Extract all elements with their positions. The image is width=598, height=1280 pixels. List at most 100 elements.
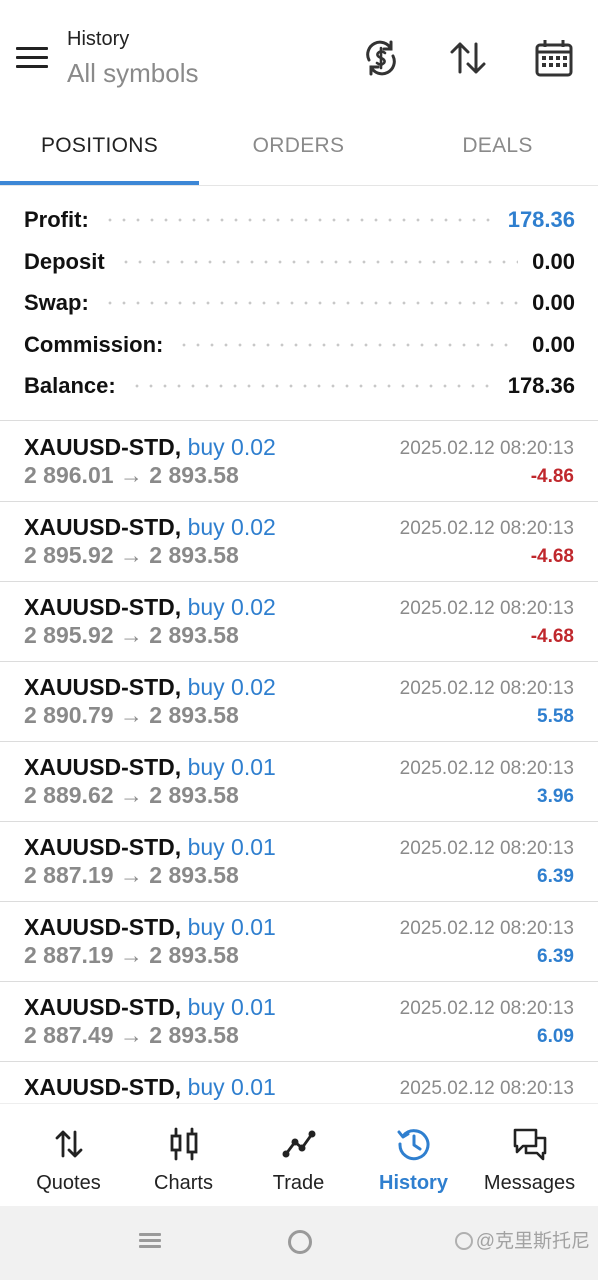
position-date: 2025.02.12 08:20:13 <box>399 758 574 779</box>
summary-value: 178.36 <box>507 373 575 398</box>
position-profit: -4.68 <box>530 626 574 647</box>
account-summary: Profit: 178.36 Deposit 0.00 Swap: 0.00 C… <box>0 198 598 421</box>
position-row[interactable]: XAUUSD-STD, buy 0.02 2 890.79 → 2 893.58… <box>0 662 598 742</box>
nav-label: History <box>379 1172 448 1194</box>
charts-icon <box>166 1126 202 1162</box>
position-row[interactable]: XAUUSD-STD, buy 0.02 2 896.01 → 2 893.58… <box>0 422 598 502</box>
tab-deals[interactable]: DEALS <box>398 112 597 186</box>
nav-label: Quotes <box>36 1172 101 1194</box>
position-row[interactable]: XAUUSD-STD, buy 0.01 2 887.19 → 2 893.58… <box>0 822 598 902</box>
dot-leader <box>177 343 519 347</box>
position-type: buy 0.02 <box>187 434 276 460</box>
currency-exchange-icon[interactable] <box>361 38 401 78</box>
position-type: buy 0.02 <box>187 594 276 620</box>
summary-row-swap: Swap: 0.00 <box>24 285 575 321</box>
position-type: buy 0.02 <box>187 514 276 540</box>
position-profit: 6.39 <box>537 866 574 887</box>
position-profit: -4.86 <box>530 466 574 487</box>
summary-value: 0.00 <box>532 249 575 274</box>
recent-apps-button[interactable] <box>138 1230 162 1254</box>
position-symbol: XAUUSD-STD, <box>24 434 182 460</box>
position-prices: 2 895.92 → 2 893.58 <box>24 622 239 648</box>
position-type: buy 0.01 <box>187 914 276 940</box>
summary-row-commission: Commission: 0.00 <box>24 327 575 363</box>
history-icon <box>396 1126 432 1162</box>
position-row[interactable]: XAUUSD-STD, buy 0.01 2 889.62 → 2 893.58… <box>0 742 598 822</box>
position-profit: 6.09 <box>537 1026 574 1047</box>
position-symbol: XAUUSD-STD, <box>24 834 182 860</box>
position-date: 2025.02.12 08:20:13 <box>399 438 574 459</box>
position-prices: 2 896.01 → 2 893.58 <box>24 462 239 488</box>
position-symbol: XAUUSD-STD, <box>24 994 182 1020</box>
summary-value: 0.00 <box>532 290 575 315</box>
history-tabs: POSITIONS ORDERS DEALS <box>0 112 598 186</box>
nav-trade[interactable]: Trade <box>239 1104 358 1207</box>
menu-icon-bar <box>16 47 48 50</box>
position-type: buy 0.01 <box>187 754 276 780</box>
position-date: 2025.02.12 08:20:13 <box>399 918 574 939</box>
position-symbol: XAUUSD-STD, <box>24 1074 182 1100</box>
position-symbol: XAUUSD-STD, <box>24 674 182 700</box>
position-row[interactable]: XAUUSD-STD, buy 0.01 2025.02.12 08:20:13 <box>0 1062 598 1103</box>
summary-row-profit: Profit: 178.36 <box>24 202 575 238</box>
position-row[interactable]: XAUUSD-STD, buy 0.01 2 887.49 → 2 893.58… <box>0 982 598 1062</box>
position-prices: 2 890.79 → 2 893.58 <box>24 702 239 728</box>
position-date: 2025.02.12 08:20:13 <box>399 598 574 619</box>
summary-row-balance: Balance: 178.36 <box>24 368 575 404</box>
trade-icon <box>281 1126 317 1162</box>
summary-row-deposit: Deposit 0.00 <box>24 244 575 280</box>
tab-orders[interactable]: ORDERS <box>199 112 398 186</box>
position-prices: 2 895.92 → 2 893.58 <box>24 542 239 568</box>
dot-leader <box>102 301 519 305</box>
position-prices: 2 887.19 → 2 893.58 <box>24 942 239 968</box>
summary-label: Balance: <box>24 373 116 398</box>
summary-label: Swap: <box>24 290 89 315</box>
position-date: 2025.02.12 08:20:13 <box>399 838 574 859</box>
watermark-text: @克里斯托尼 <box>475 1231 590 1252</box>
active-tab-indicator <box>0 181 199 185</box>
dot-leader <box>129 384 494 388</box>
calendar-icon[interactable] <box>534 38 574 78</box>
position-prices: 2 887.19 → 2 893.58 <box>24 862 239 888</box>
position-profit: 3.96 <box>537 786 574 807</box>
position-prices: 2 887.49 → 2 893.58 <box>24 1022 239 1048</box>
summary-label: Deposit <box>24 249 105 274</box>
nav-messages[interactable]: Messages <box>470 1104 589 1207</box>
position-symbol: XAUUSD-STD, <box>24 914 182 940</box>
menu-button[interactable] <box>16 44 48 70</box>
position-profit: 6.39 <box>537 946 574 967</box>
sort-icon[interactable] <box>448 38 488 78</box>
bottom-navigation: Quotes Charts Trade History Messages <box>0 1103 598 1206</box>
nav-quotes[interactable]: Quotes <box>9 1104 128 1207</box>
home-button[interactable] <box>288 1230 312 1254</box>
position-row[interactable]: XAUUSD-STD, buy 0.02 2 895.92 → 2 893.58… <box>0 502 598 582</box>
position-type: buy 0.01 <box>187 834 276 860</box>
dot-leader <box>118 260 519 264</box>
position-row[interactable]: XAUUSD-STD, buy 0.01 2 887.19 → 2 893.58… <box>0 902 598 982</box>
position-profit: 5.58 <box>537 706 574 727</box>
position-date: 2025.02.12 08:20:13 <box>399 678 574 699</box>
nav-label: Trade <box>272 1172 325 1194</box>
summary-value: 0.00 <box>532 332 575 357</box>
position-symbol: XAUUSD-STD, <box>24 514 182 540</box>
position-type: buy 0.02 <box>187 674 276 700</box>
summary-label: Commission: <box>24 332 164 357</box>
summary-label: Profit: <box>24 207 89 232</box>
messages-icon <box>512 1126 548 1162</box>
position-date: 2025.02.12 08:20:13 <box>399 998 574 1019</box>
tab-positions[interactable]: POSITIONS <box>0 112 199 186</box>
system-navigation-bar: @克里斯托尼 <box>0 1206 598 1280</box>
position-symbol: XAUUSD-STD, <box>24 594 182 620</box>
symbol-filter[interactable]: All symbols <box>67 58 198 89</box>
quotes-icon <box>51 1126 87 1162</box>
nav-charts[interactable]: Charts <box>124 1104 243 1207</box>
position-type: buy 0.01 <box>187 1074 276 1100</box>
position-date: 2025.02.12 08:20:13 <box>399 1078 574 1099</box>
position-date: 2025.02.12 08:20:13 <box>399 518 574 539</box>
position-type: buy 0.01 <box>187 994 276 1020</box>
nav-label: Charts <box>154 1172 213 1194</box>
position-row[interactable]: XAUUSD-STD, buy 0.02 2 895.92 → 2 893.58… <box>0 582 598 662</box>
positions-list[interactable]: XAUUSD-STD, buy 0.02 2 896.01 → 2 893.58… <box>0 422 598 1103</box>
nav-history[interactable]: History <box>354 1104 473 1207</box>
page-title: History <box>67 28 130 50</box>
